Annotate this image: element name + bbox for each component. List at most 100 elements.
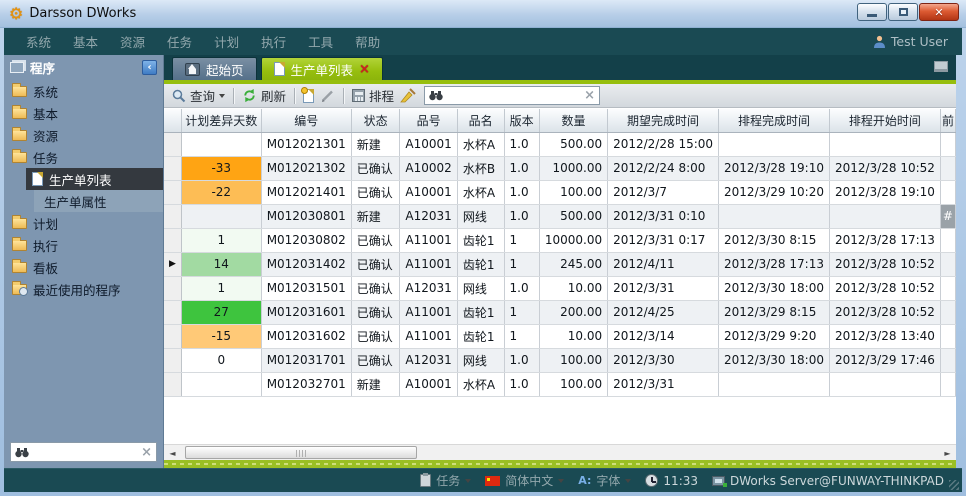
scroll-right-icon[interactable]: ►: [941, 447, 954, 459]
sidebar-item[interactable]: 生产单属性: [34, 190, 163, 212]
table-cell[interactable]: A11001: [400, 300, 457, 324]
table-cell[interactable]: 1.0: [504, 156, 539, 180]
toolbar-search-clear-icon[interactable]: ×: [584, 89, 595, 102]
table-cell[interactable]: M012030801: [261, 204, 351, 228]
status-clock[interactable]: 11:33: [645, 474, 698, 488]
column-header-版本[interactable]: 版本: [504, 109, 539, 132]
menu-item-工具[interactable]: 工具: [308, 32, 333, 51]
table-cell[interactable]: 2012/2/28 15:00: [608, 132, 719, 156]
cell-plan-diff-days[interactable]: 1: [181, 228, 261, 252]
restore-button[interactable]: [888, 3, 918, 21]
table-cell[interactable]: M012031402: [261, 252, 351, 276]
table-cell[interactable]: A11001: [400, 228, 457, 252]
sidebar-item[interactable]: 最近使用的程序: [4, 278, 163, 300]
table-row[interactable]: ▶14M012031402已确认A11001齿轮11245.002012/4/1…: [164, 252, 956, 276]
table-cell[interactable]: 200.00: [539, 300, 607, 324]
cell-plan-diff-days[interactable]: -22: [181, 180, 261, 204]
cell-partial[interactable]: [940, 372, 955, 396]
column-header-计划差异天数[interactable]: 计划差异天数: [181, 109, 261, 132]
table-cell[interactable]: [719, 204, 830, 228]
menu-item-计划[interactable]: 计划: [214, 32, 239, 51]
table-cell[interactable]: 1.0: [504, 276, 539, 300]
row-selector[interactable]: [164, 300, 181, 324]
menu-item-帮助[interactable]: 帮助: [355, 32, 380, 51]
minimize-button[interactable]: [857, 3, 887, 21]
row-selector[interactable]: [164, 156, 181, 180]
table-cell[interactable]: 2012/2/24 8:00: [608, 156, 719, 180]
refresh-button[interactable]: 刷新: [242, 86, 286, 105]
table-cell[interactable]: A10002: [400, 156, 457, 180]
table-cell[interactable]: 10.00: [539, 324, 607, 348]
table-cell[interactable]: 齿轮1: [457, 252, 504, 276]
cell-plan-diff-days[interactable]: [181, 204, 261, 228]
table-row[interactable]: -15M012031602已确认A11001齿轮1110.002012/3/14…: [164, 324, 956, 348]
table-cell[interactable]: 2012/3/30 8:15: [719, 228, 830, 252]
table-cell[interactable]: A10001: [400, 132, 457, 156]
cell-plan-diff-days[interactable]: -33: [181, 156, 261, 180]
cell-partial[interactable]: [940, 132, 955, 156]
menu-item-基本[interactable]: 基本: [73, 32, 98, 51]
table-cell[interactable]: 已确认: [351, 156, 400, 180]
column-header-排程开始时间[interactable]: 排程开始时间: [829, 109, 940, 132]
sidebar-search-box[interactable]: ×: [10, 442, 157, 462]
row-selector[interactable]: [164, 132, 181, 156]
cell-plan-diff-days[interactable]: [181, 132, 261, 156]
table-cell[interactable]: [829, 372, 940, 396]
table-cell[interactable]: 1: [504, 324, 539, 348]
table-cell[interactable]: 水杯B: [457, 156, 504, 180]
table-cell[interactable]: 100.00: [539, 180, 607, 204]
status-server[interactable]: DWorks Server@FUNWAY-THINKPAD: [712, 474, 944, 488]
tab-close-icon[interactable]: ×: [359, 63, 370, 76]
table-cell[interactable]: [829, 204, 940, 228]
table-cell[interactable]: 2012/3/28 10:52: [829, 156, 940, 180]
table-cell[interactable]: 1.0: [504, 372, 539, 396]
table-cell[interactable]: 2012/3/30: [608, 348, 719, 372]
tab-production-order-list[interactable]: 生产单列表 ×: [261, 57, 383, 80]
cell-plan-diff-days[interactable]: [181, 372, 261, 396]
cell-partial[interactable]: [940, 348, 955, 372]
table-cell[interactable]: 2012/3/29 17:46: [829, 348, 940, 372]
cell-partial[interactable]: [940, 276, 955, 300]
table-cell[interactable]: 已确认: [351, 324, 400, 348]
table-cell[interactable]: A10001: [400, 372, 457, 396]
table-cell[interactable]: 1.0: [504, 180, 539, 204]
table-cell[interactable]: 2012/3/28 10:52: [829, 276, 940, 300]
new-record-icon[interactable]: [303, 89, 314, 103]
table-cell[interactable]: 2012/3/28 19:10: [829, 180, 940, 204]
sidebar-item[interactable]: 看板: [4, 256, 163, 278]
sidebar-item[interactable]: 执行: [4, 234, 163, 256]
table-cell[interactable]: 2012/3/30 18:00: [719, 276, 830, 300]
table-cell[interactable]: [719, 132, 830, 156]
table-cell[interactable]: 2012/3/28 17:13: [829, 228, 940, 252]
column-header-期望完成时间[interactable]: 期望完成时间: [608, 109, 719, 132]
table-cell[interactable]: 2012/3/31: [608, 276, 719, 300]
cell-plan-diff-days[interactable]: 14: [181, 252, 261, 276]
table-row[interactable]: M012032701新建A10001水杯A1.0100.002012/3/31: [164, 372, 956, 396]
table-row[interactable]: 27M012031601已确认A11001齿轮11200.002012/4/25…: [164, 300, 956, 324]
table-cell[interactable]: 已确认: [351, 252, 400, 276]
table-cell[interactable]: 2012/4/11: [608, 252, 719, 276]
table-cell[interactable]: 1.0: [504, 132, 539, 156]
sidebar-item[interactable]: 计划: [4, 212, 163, 234]
table-cell[interactable]: M012032701: [261, 372, 351, 396]
table-cell[interactable]: 2012/3/30 18:00: [719, 348, 830, 372]
sidebar-item[interactable]: 任务: [4, 146, 163, 168]
sidebar-item[interactable]: 资源: [4, 124, 163, 146]
row-selector[interactable]: [164, 372, 181, 396]
close-button[interactable]: ✕: [919, 3, 959, 21]
row-selector[interactable]: [164, 348, 181, 372]
table-cell[interactable]: 水杯A: [457, 180, 504, 204]
menu-item-资源[interactable]: 资源: [120, 32, 145, 51]
table-cell[interactable]: 齿轮1: [457, 228, 504, 252]
table-cell[interactable]: 100.00: [539, 372, 607, 396]
status-flag-cn[interactable]: 简体中文: [485, 472, 564, 489]
column-header-品号[interactable]: 品号: [400, 109, 457, 132]
table-cell[interactable]: 网线: [457, 348, 504, 372]
table-cell[interactable]: 500.00: [539, 204, 607, 228]
table-cell[interactable]: M012030802: [261, 228, 351, 252]
table-cell[interactable]: 2012/3/28 10:52: [829, 252, 940, 276]
table-cell[interactable]: 10.00: [539, 276, 607, 300]
cell-plan-diff-days[interactable]: 27: [181, 300, 261, 324]
table-cell[interactable]: M012021301: [261, 132, 351, 156]
column-header-编号[interactable]: 编号: [261, 109, 351, 132]
